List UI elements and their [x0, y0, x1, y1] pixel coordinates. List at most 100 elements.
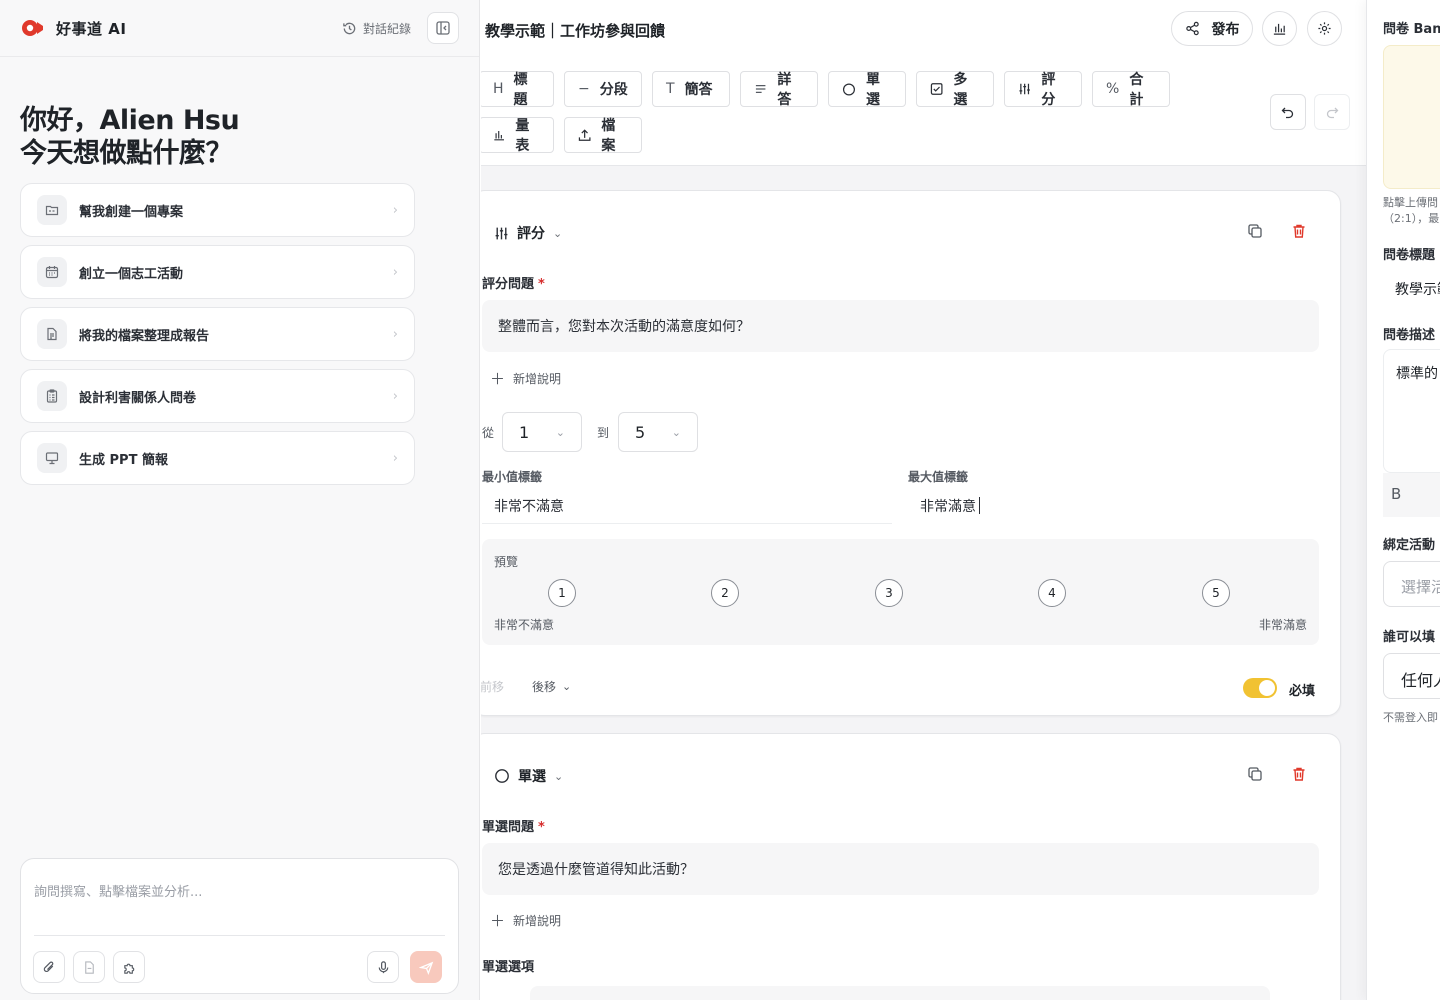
bind-activity-select[interactable]: 選擇活: [1383, 561, 1440, 607]
description-value: 標準的: [1396, 366, 1438, 382]
microphone-icon: [378, 960, 388, 973]
copy-icon: [1248, 767, 1262, 781]
suggestion-volunteer-event[interactable]: 創立一個志工活動 ›: [20, 245, 415, 299]
radio-icon: [842, 82, 855, 96]
tool-label: 分段: [599, 82, 628, 98]
send-button[interactable]: [410, 951, 442, 983]
tool-short-answer[interactable]: T 簡答: [652, 71, 730, 107]
undo-button[interactable]: [1270, 94, 1306, 130]
tool-single-choice[interactable]: 單選: [828, 71, 906, 108]
suggestion-list: 幫我創建一個專案 › 創立一個志工活動 › 將我的檔案整理成報告 › 設計利害關…: [20, 183, 415, 493]
tool-long-answer[interactable]: 詳答: [740, 71, 818, 108]
delete-button[interactable]: [1291, 766, 1307, 782]
editor-header: 教學示範｜工作坊參與回饋 發布 H 標題 − 分段 T 簡答 詳答 單選 多選 …: [481, 0, 1366, 166]
voice-button[interactable]: [367, 951, 399, 983]
title-label: 問卷標題: [1383, 248, 1436, 263]
suggestion-files-report[interactable]: 將我的檔案整理成報告 ›: [20, 307, 415, 361]
preview-max-label: 非常滿意: [1258, 618, 1307, 632]
tool-scale[interactable]: 量表: [481, 117, 554, 154]
greeting-line-1: 你好，Alien Hsu: [20, 105, 240, 136]
text-icon: T: [666, 81, 675, 97]
rating-option[interactable]: 1: [548, 579, 576, 607]
tool-label: 標題: [513, 72, 528, 108]
suggestion-stakeholder-survey[interactable]: 設計利害關係人問卷 ›: [20, 369, 415, 423]
option-row[interactable]: [530, 986, 1270, 1000]
move-down-label: 後移: [532, 680, 557, 694]
trash-icon: [1293, 224, 1305, 238]
file-analysis-button[interactable]: [73, 951, 105, 983]
question-card-single-choice: 單選 ⌄ 單選問題 * 您是透過什麼管道得知此活動？ ＋ 新增說明 單選選項: [481, 733, 1341, 1000]
redo-button[interactable]: [1314, 94, 1350, 130]
history-label: 對話紀錄: [362, 21, 411, 36]
share-icon: [1185, 21, 1199, 36]
min-label-input[interactable]: 非常不滿意: [482, 488, 892, 524]
description-editor[interactable]: 標準的: [1383, 349, 1440, 473]
who-can-fill-label: 誰可以填: [1383, 630, 1436, 645]
question-input[interactable]: 整體而言，您對本次活動的滿意度如何？: [482, 300, 1319, 352]
survey-editor: 教學示範｜工作坊參與回饋 發布 H 標題 − 分段 T 簡答 詳答 單選 多選 …: [481, 0, 1366, 1000]
to-label: 到: [597, 426, 610, 440]
chat-input[interactable]: 詢問撰寫、點擊檔案並分析...: [34, 881, 202, 900]
duplicate-button[interactable]: [1247, 223, 1263, 239]
scale-max-select[interactable]: 5 ⌄: [618, 412, 698, 452]
plus-icon: ＋: [490, 912, 506, 930]
required-asterisk: *: [538, 820, 545, 835]
tool-label: 檔案: [601, 118, 616, 154]
min-label-title: 最小值標籤: [482, 470, 543, 484]
plugin-button[interactable]: [113, 951, 145, 983]
tool-sum[interactable]: % 合計: [1092, 71, 1170, 108]
analytics-button[interactable]: [1262, 11, 1297, 46]
tool-multiple-choice[interactable]: 多選: [916, 71, 994, 108]
attach-button[interactable]: [33, 951, 65, 983]
move-down-button[interactable]: 後移 ⌄: [532, 678, 571, 695]
suggestion-ppt[interactable]: 生成 PPT 簡報 ›: [20, 431, 415, 485]
undo-icon: [1281, 107, 1294, 119]
tool-section[interactable]: − 分段: [564, 71, 642, 107]
move-up-button[interactable]: 前移: [481, 678, 504, 695]
suggestion-create-project[interactable]: 幫我創建一個專案 ›: [20, 183, 415, 237]
max-label-input[interactable]: 非常滿意: [908, 488, 1318, 524]
options-label: 單選選項: [482, 960, 535, 975]
title-input[interactable]: 教學示範: [1395, 279, 1440, 299]
preview-label: 預覽: [494, 555, 519, 569]
banner-upload-area[interactable]: [1383, 45, 1440, 189]
tool-rating[interactable]: 評分: [1004, 71, 1082, 108]
scale-min-select[interactable]: 1 ⌄: [502, 412, 582, 452]
redo-icon: [1326, 107, 1339, 119]
question-label: 評分問題 *: [482, 273, 545, 292]
publish-button[interactable]: 發布: [1171, 11, 1253, 46]
rating-option[interactable]: 4: [1038, 579, 1066, 607]
send-icon: [418, 961, 433, 975]
bold-button[interactable]: B: [1391, 485, 1401, 503]
who-can-fill-select[interactable]: 任何人: [1383, 653, 1440, 699]
question-input[interactable]: 您是透過什麼管道得知此活動？: [482, 843, 1319, 895]
history-button[interactable]: 對話紀錄: [342, 20, 411, 37]
question-type-select[interactable]: 評分 ⌄: [494, 223, 562, 243]
tool-heading[interactable]: H 標題: [481, 71, 554, 108]
chevron-down-icon: ⌄: [555, 425, 565, 439]
calendar-icon: [37, 257, 67, 287]
duplicate-button[interactable]: [1247, 766, 1263, 782]
copy-icon: [1248, 224, 1262, 238]
sidebar-toggle-button[interactable]: [427, 12, 459, 44]
tool-label: 量表: [515, 118, 530, 154]
question-card-rating: 評分 ⌄ 評分問題 * 整體而言，您對本次活動的滿意度如何？ ＋ 新增說明 從 1…: [481, 190, 1341, 716]
rating-option[interactable]: 3: [875, 579, 903, 607]
file-icon: [84, 960, 94, 974]
rating-option[interactable]: 5: [1202, 579, 1230, 607]
required-toggle[interactable]: [1243, 678, 1277, 698]
add-description-button[interactable]: ＋ 新增說明: [490, 910, 561, 931]
question-type-select[interactable]: 單選 ⌄: [494, 766, 563, 786]
add-description-label: 新增說明: [513, 914, 562, 928]
add-description-button[interactable]: ＋ 新增說明: [490, 368, 561, 389]
rating-preview: 預覽 1 2 3 4 5 非常不滿意 非常滿意: [482, 539, 1319, 645]
rating-option[interactable]: 2: [711, 579, 739, 607]
text-cursor: [979, 497, 980, 514]
settings-button[interactable]: [1307, 11, 1342, 46]
app-name: 好事道 AI: [56, 19, 127, 38]
delete-button[interactable]: [1291, 223, 1307, 239]
sidebar-collapse-icon: [436, 21, 450, 35]
tool-file-upload[interactable]: 檔案: [564, 117, 642, 154]
scale-min-value: 1: [519, 422, 530, 442]
radio-icon: [495, 769, 509, 783]
